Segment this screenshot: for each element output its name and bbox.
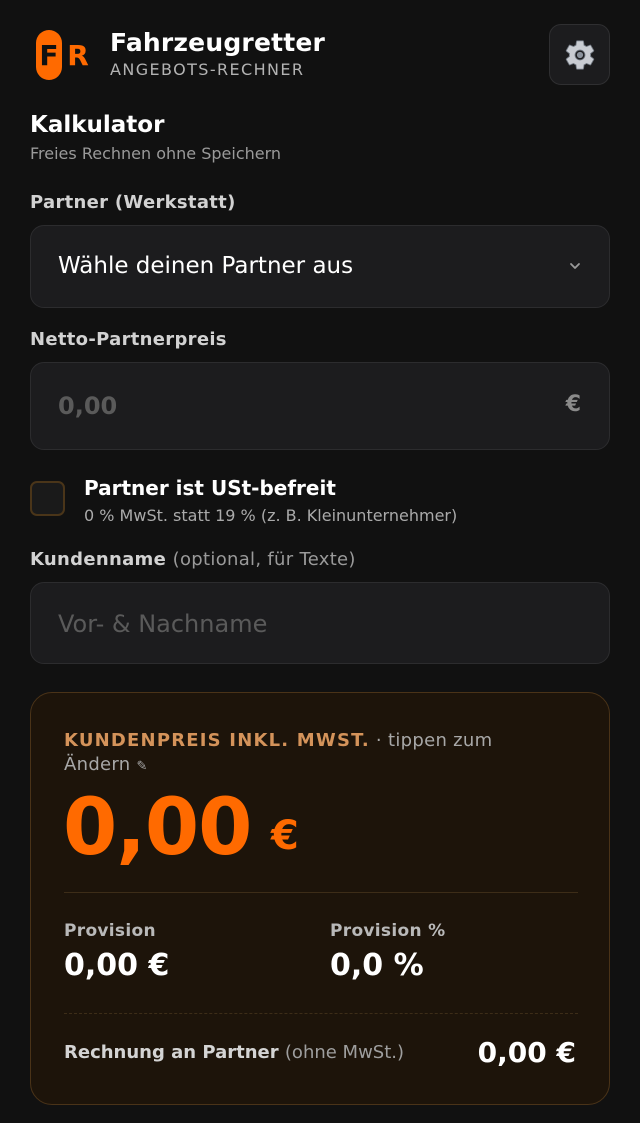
invoice-label-text: Rechnung an Partner (64, 1042, 279, 1063)
vat-exempt-description: 0 % MwSt. statt 19 % (z. B. Kleinunterne… (84, 506, 458, 525)
calculator-title: Kalkulator (30, 112, 165, 138)
partner-select-value: Wähle deinen Partner aus (58, 253, 354, 279)
partner-select[interactable]: Wähle deinen Partner aus (30, 225, 610, 308)
svg-text:R: R (67, 39, 89, 72)
invoice-label: Rechnung an Partner (ohne MwSt.) (64, 1042, 404, 1063)
app-logo: F R (36, 30, 90, 80)
customer-name-input[interactable]: Vor- & Nachname (30, 582, 610, 664)
pencil-icon: ✎ (136, 759, 148, 774)
commission-percent-label: Provision % (330, 921, 446, 941)
svg-text:F: F (39, 39, 58, 72)
net-price-input[interactable]: 0,00 € (30, 362, 610, 450)
app-header: F R Fahrzeugretter ANGEBOTS-RECHNER (30, 24, 610, 86)
chevron-down-icon (570, 263, 580, 269)
customer-label-text: Kundenname (30, 549, 167, 570)
customer-name-placeholder: Vor- & Nachname (58, 610, 268, 638)
customer-price-card[interactable]: KUNDENPREIS INKL. MWST. · tippen zum Änd… (30, 692, 610, 1105)
vat-exempt-label[interactable]: Partner ist USt-befreit (84, 476, 336, 500)
net-price-placeholder: 0,00 (58, 392, 118, 420)
commission-label: Provision (64, 921, 156, 941)
app-title: Fahrzeugretter (110, 28, 326, 57)
price-heading: KUNDENPREIS INKL. MWST. · tippen zum Änd… (64, 729, 534, 779)
app-subtitle: ANGEBOTS-RECHNER (110, 60, 305, 79)
customer-label-optional: (optional, für Texte) (172, 549, 356, 570)
partner-label: Partner (Werkstatt) (30, 192, 236, 213)
euro-suffix: € (565, 392, 581, 417)
commission-value: 0,00 € (64, 948, 170, 983)
dashed-divider (64, 1013, 578, 1014)
customer-label: Kundenname (optional, für Texte) (30, 549, 356, 570)
price-heading-label: KUNDENPREIS INKL. MWST. (64, 730, 370, 751)
customer-price-value[interactable]: 0,00 (63, 783, 252, 873)
net-price-label: Netto-Partnerpreis (30, 329, 227, 350)
gear-icon (565, 39, 594, 70)
invoice-label-optional: (ohne MwSt.) (284, 1042, 405, 1063)
commission-percent-value: 0,0 % (330, 948, 424, 983)
vat-exempt-checkbox[interactable] (30, 481, 65, 516)
settings-button[interactable] (549, 24, 610, 85)
calculator-subtitle: Freies Rechnen ohne Speichern (30, 144, 282, 163)
divider (64, 892, 578, 893)
customer-price-currency: € (271, 813, 299, 859)
invoice-value: 0,00 € (477, 1036, 576, 1069)
